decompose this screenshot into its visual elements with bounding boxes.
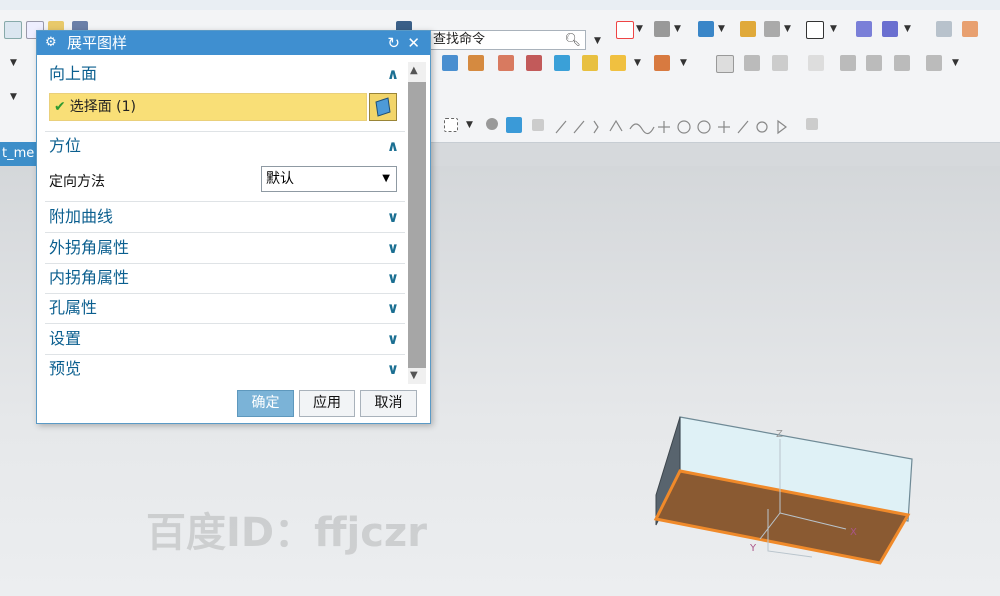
dropdown-arrow-icon[interactable]: ▼ <box>594 36 601 46</box>
expand-icon[interactable]: ∨ <box>387 233 399 263</box>
scroll-down-icon[interactable]: ▼ <box>410 370 418 381</box>
close-icon[interactable]: ✕ <box>407 31 420 55</box>
orientation-method-label: 定向方法 <box>49 174 105 190</box>
cube-filter-icon[interactable] <box>506 117 522 133</box>
ok-button[interactable]: 确定 <box>237 390 294 417</box>
expand-icon[interactable]: ∨ <box>387 202 399 232</box>
dialog-title-bar[interactable]: ⚙ 展平图样 ↻ ✕ <box>37 31 430 55</box>
select-face-row[interactable]: ✔ 选择面 (1) <box>49 93 367 121</box>
pencil-icon[interactable] <box>654 55 670 71</box>
select-cursor-icon[interactable] <box>4 21 22 39</box>
view-orient-icon[interactable] <box>654 21 670 37</box>
section-header[interactable]: 方位 ∧ <box>45 131 405 161</box>
select-box-icon[interactable] <box>444 118 458 132</box>
section-inner-corner[interactable]: 内拐角属性 ∨ <box>45 263 405 294</box>
dropdown-arrow-icon[interactable]: ▼ <box>784 24 791 34</box>
search-input[interactable]: 查找命令 🔍︎ <box>428 30 586 50</box>
dropdown-arrow-icon[interactable]: ▼ <box>10 92 17 102</box>
y-axis-label: Y <box>749 543 757 554</box>
gear-icon[interactable]: ⚙ <box>45 31 57 55</box>
flat-pattern-dialog: ⚙ 展平图样 ↻ ✕ 向上面 ∧ ✔ 选择面 (1) 方位 ∧ 定向方法 默认 ▼… <box>36 30 431 424</box>
apply-button[interactable]: 应用 <box>299 390 355 417</box>
section-settings[interactable]: 设置 ∨ <box>45 324 405 355</box>
section-outer-corner[interactable]: 外拐角属性 ∨ <box>45 233 405 264</box>
curve-tool-icon[interactable] <box>962 21 978 37</box>
snap-icon[interactable] <box>486 118 498 130</box>
select-face-button[interactable] <box>369 93 397 121</box>
expand-icon[interactable]: ∨ <box>387 293 399 323</box>
section-header[interactable]: 向上面 ∧ <box>45 59 405 89</box>
measure-icon[interactable] <box>716 55 734 73</box>
bend-icon[interactable] <box>526 55 542 71</box>
section-hole[interactable]: 孔属性 ∨ <box>45 293 405 324</box>
reset-icon[interactable]: ↻ <box>387 31 400 55</box>
face-select-icon <box>375 97 391 117</box>
cancel-button[interactable]: 取消 <box>360 390 417 417</box>
paint-brush-icon[interactable] <box>740 21 756 37</box>
check-icon: ✔ <box>54 99 66 115</box>
feature2-icon[interactable] <box>772 55 788 71</box>
expand-icon[interactable]: ∨ <box>387 354 399 384</box>
collapse-icon[interactable]: ∧ <box>387 59 399 89</box>
unbend-icon[interactable] <box>554 55 570 71</box>
dropdown-arrow-icon[interactable]: ▼ <box>10 58 17 68</box>
orientation-method-select[interactable]: 默认 ▼ <box>261 166 397 192</box>
section-preview[interactable]: 预览 ∨ <box>45 354 405 384</box>
x-axis-label: X <box>850 527 857 538</box>
collapse-icon[interactable]: ∧ <box>387 131 399 161</box>
filter-icon[interactable] <box>806 118 818 130</box>
dropdown-arrow-icon[interactable]: ▼ <box>718 24 725 34</box>
feature-icon[interactable] <box>744 55 760 71</box>
dropdown-arrow-icon[interactable]: ▼ <box>904 24 911 34</box>
dialog-title: 展平图样 <box>67 34 128 52</box>
feature5-icon[interactable] <box>866 55 882 71</box>
dialog-scrollbar[interactable]: ▲ ▼ <box>408 62 426 384</box>
scroll-up-icon[interactable]: ▲ <box>410 65 418 76</box>
dropdown-arrow-icon[interactable]: ▼ <box>952 58 959 68</box>
z-axis-label: Z <box>776 429 783 440</box>
dropdown-arrow-icon[interactable]: ▼ <box>466 120 473 130</box>
feature4-icon[interactable] <box>840 55 856 71</box>
clip-view-icon[interactable] <box>882 21 898 37</box>
expand-icon[interactable]: ∨ <box>387 324 399 354</box>
section-view-icon[interactable] <box>856 21 872 37</box>
sheet-metal-part[interactable]: Z X Y <box>640 411 920 571</box>
snap-point-icon[interactable] <box>532 119 544 131</box>
snap-tools-icon[interactable] <box>552 117 802 137</box>
chevron-down-icon: ▼ <box>382 173 390 184</box>
layer-icon[interactable] <box>764 21 780 37</box>
search-icon[interactable]: 🔍︎ <box>564 32 581 50</box>
flat-pattern-icon[interactable] <box>582 55 598 71</box>
feature3-icon[interactable] <box>808 55 824 71</box>
flange-icon[interactable] <box>468 55 484 71</box>
assembly-icon[interactable] <box>936 21 952 37</box>
dropdown-arrow-icon[interactable]: ▼ <box>636 24 643 34</box>
sheet-metal-tab-icon[interactable] <box>442 55 458 71</box>
dropdown-arrow-icon[interactable]: ▼ <box>680 58 687 68</box>
chart-icon[interactable] <box>610 55 626 71</box>
render-cube-icon[interactable] <box>698 21 714 37</box>
dropdown-arrow-icon[interactable]: ▼ <box>830 24 837 34</box>
contour-flange-icon[interactable] <box>498 55 514 71</box>
dropdown-arrow-icon[interactable]: ▼ <box>674 24 681 34</box>
scroll-thumb[interactable] <box>408 82 426 368</box>
window-icon[interactable] <box>806 21 824 39</box>
section-additional-curves[interactable]: 附加曲线 ∨ <box>45 202 405 233</box>
dropdown-arrow-icon[interactable]: ▼ <box>634 58 641 68</box>
feature7-icon[interactable] <box>926 55 942 71</box>
watermark: 百度ID：ffjczr <box>146 510 427 556</box>
expand-icon[interactable]: ∨ <box>387 263 399 293</box>
zoom-fit-icon[interactable] <box>616 21 634 39</box>
feature6-icon[interactable] <box>894 55 910 71</box>
